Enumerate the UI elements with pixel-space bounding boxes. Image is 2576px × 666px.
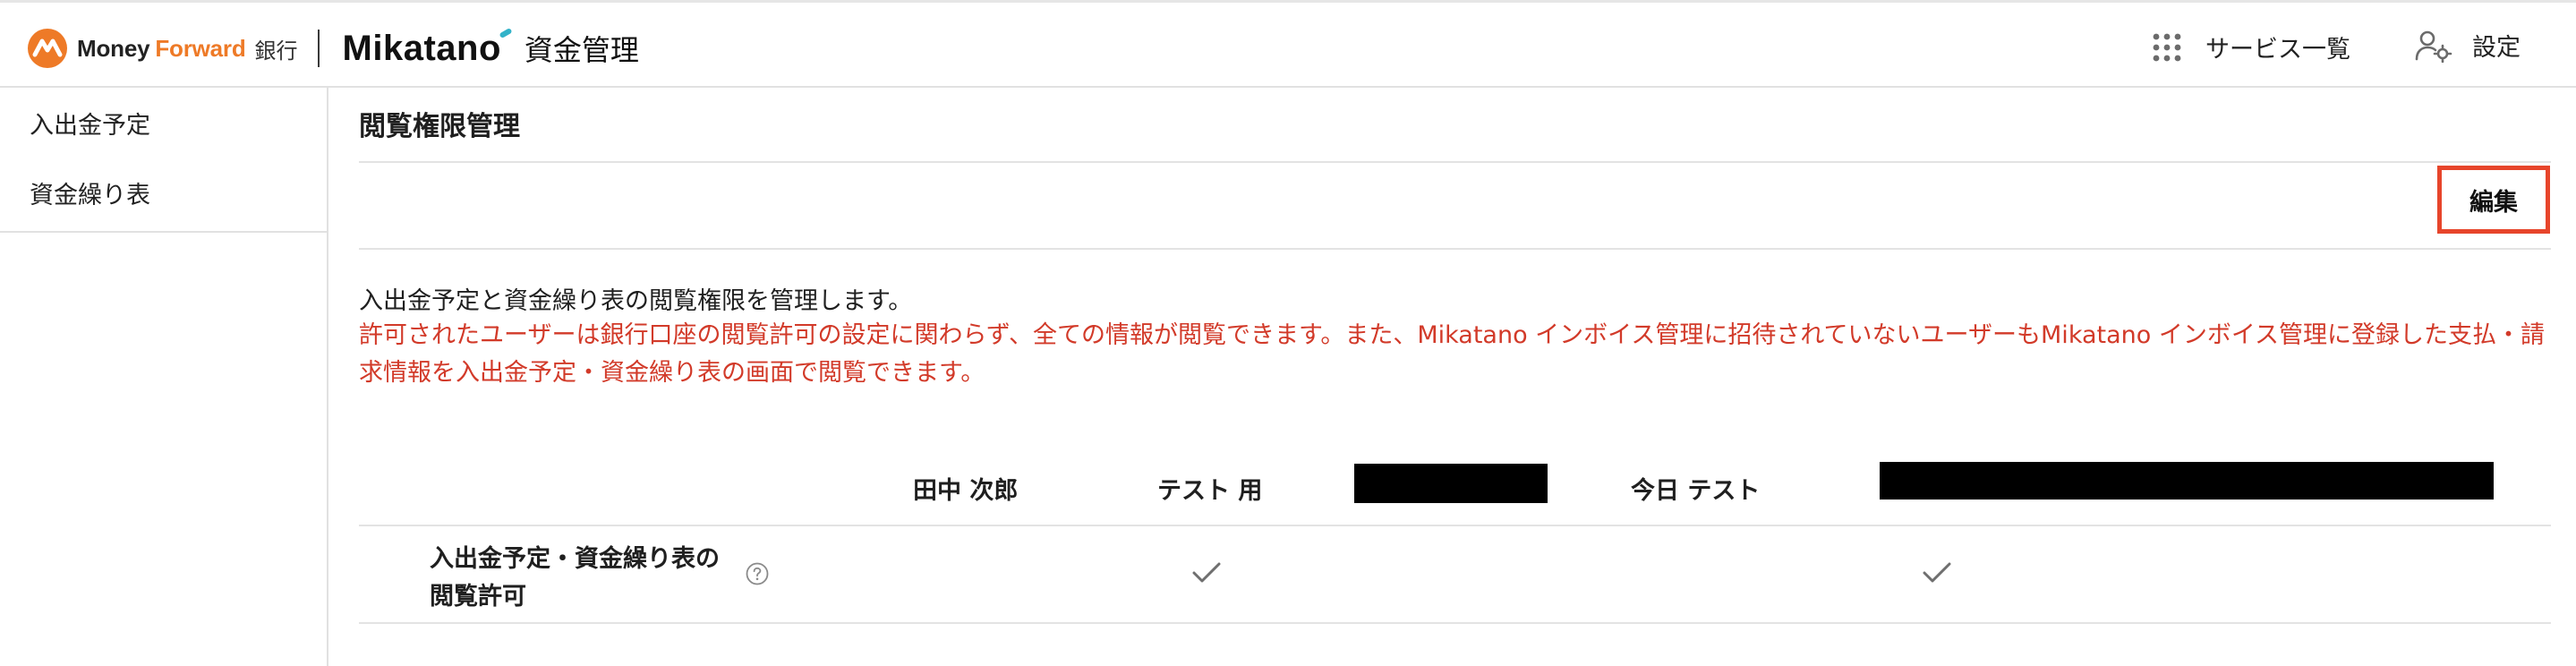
settings-label: 設定 <box>2472 34 2521 62</box>
column-header-user: テスト 用 <box>1157 477 1263 505</box>
user-gear-icon <box>2415 30 2452 63</box>
brand-bank: 銀行 <box>254 38 298 64</box>
toolbar-divider <box>359 248 2551 250</box>
brand-separator <box>317 30 320 67</box>
column-header-user: 今日 テスト <box>1631 477 1761 505</box>
brand-forward: Forward <box>155 34 246 62</box>
title-divider <box>359 161 2551 163</box>
checkmark-icon <box>1192 562 1221 583</box>
question-circle-icon[interactable] <box>746 562 769 585</box>
sidebar-item-label: 入出金予定 <box>30 111 150 140</box>
row-label-line: 入出金予定・資金繰り表の <box>430 545 720 573</box>
top-header: Money Forward 銀行 Mikatano 資金管理 サービス一覧 設定 <box>0 0 2576 88</box>
settings-button[interactable]: 設定 <box>2415 28 2521 63</box>
description-text: 入出金予定と資金繰り表の閲覧権限を管理します。 <box>359 287 913 315</box>
column-header-redacted <box>1354 464 1548 503</box>
services-label: サービス一覧 <box>2205 36 2350 64</box>
brand-wordmark: Money Forward <box>77 35 246 63</box>
checkmark-icon <box>1923 562 1951 583</box>
table-header-divider <box>359 525 2551 526</box>
row-label-line: 閲覧許可 <box>430 583 526 610</box>
brand-money: Money <box>77 34 150 62</box>
row-label-view-permission: 入出金予定・資金繰り表の 閲覧許可 <box>430 541 720 616</box>
edit-button[interactable]: 編集 <box>2437 166 2550 234</box>
product-name: Mikatano <box>342 27 513 69</box>
grid-dots-icon <box>2153 33 2181 61</box>
sidebar: 入出金予定 資金繰り表 <box>0 88 328 666</box>
sidebar-item-label: 資金繰り表 <box>30 181 150 209</box>
product-name-text: Mikatano <box>342 28 501 68</box>
sidebar-item-cash-schedule[interactable]: 入出金予定 <box>0 88 327 158</box>
app-root: Money Forward 銀行 Mikatano 資金管理 サービス一覧 設定… <box>0 0 2576 666</box>
sidebar-item-cash-flow[interactable]: 資金繰り表 <box>0 158 327 227</box>
page-title: 閲覧権限管理 <box>359 111 520 142</box>
column-header-redacted <box>1880 462 2494 500</box>
sidebar-divider <box>0 231 328 233</box>
services-button[interactable]: サービス一覧 <box>2152 30 2350 64</box>
column-header-user: 田中 次郎 <box>913 477 1019 505</box>
table-row-divider <box>359 622 2551 624</box>
brand-area[interactable]: Money Forward 銀行 Mikatano 資金管理 <box>27 26 639 71</box>
money-forward-logo-icon <box>28 29 67 68</box>
main-content: 閲覧権限管理 編集 入出金予定と資金繰り表の閲覧権限を管理します。 許可されたユ… <box>330 88 2576 666</box>
app-name: 資金管理 <box>524 33 639 67</box>
warning-text: 許可されたユーザーは銀行口座の閲覧許可の設定に関わらず、全ての情報が閲覧できます… <box>359 321 2546 387</box>
